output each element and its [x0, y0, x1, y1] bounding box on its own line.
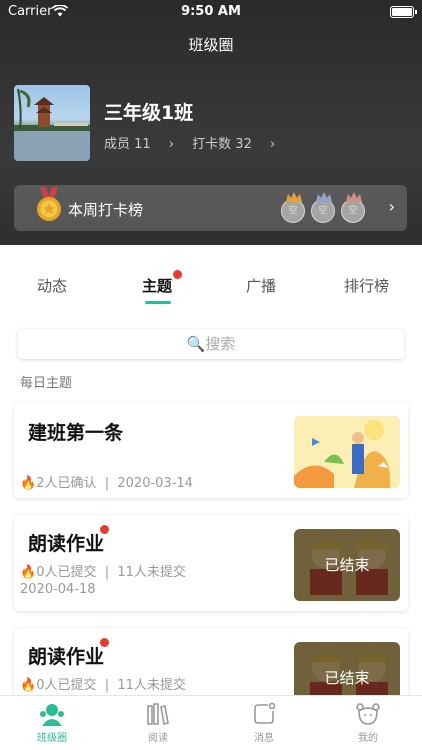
tab-topics[interactable]: 主题: [142, 275, 172, 296]
topic-meta: 🔥0人已提交 | 11人未提交: [20, 565, 186, 580]
topics-badge: [173, 270, 182, 279]
tab-bar: 动态 主题 广播 排行榜: [0, 245, 422, 315]
topic-title: 朗读作业: [28, 533, 105, 555]
class-avatar[interactable]: [14, 85, 90, 161]
weekly-checkin-rank[interactable]: 本周打卡榜 空 空 空 ›: [14, 185, 407, 231]
tabbar-profile[interactable]: 我的: [338, 702, 398, 744]
class-name: 三年级1班: [104, 102, 194, 124]
topic-unread-dot: [100, 638, 109, 647]
topic-date: 2020-04-18: [20, 582, 96, 597]
rank-avatar-1: 空: [281, 192, 305, 223]
bottom-tab-bar: 班级圈 阅读 消息 我的: [0, 695, 422, 750]
tabbar-messages[interactable]: 消息: [234, 702, 294, 744]
medal-icon: [34, 187, 64, 227]
bear-icon: [356, 703, 380, 725]
topic-unread-dot: [100, 525, 109, 534]
class-stats: 成员 11 › 打卡数 32 ›: [104, 133, 289, 152]
bronze-crown-icon: [346, 192, 362, 202]
topic-image: [294, 416, 400, 488]
clock: 9:50 AM: [181, 4, 241, 19]
class-circle-icon: [40, 704, 64, 726]
topic-image: 已结束: [294, 529, 400, 601]
tabbar-reading[interactable]: 阅读: [128, 702, 188, 744]
topic-title: 建班第一条: [28, 422, 124, 444]
status-bar: Carrier 9:50 AM: [0, 0, 422, 24]
fire-icon: 🔥: [20, 565, 37, 580]
tabbar-class-circle[interactable]: 班级圈: [22, 702, 82, 744]
tab-broadcast[interactable]: 广播: [246, 275, 276, 296]
members-link[interactable]: 成员 11 ›: [104, 137, 174, 152]
topic-card[interactable]: 建班第一条 🔥2人已确认 | 2020-03-14: [14, 402, 408, 498]
class-header: Carrier 9:50 AM 班级圈 三年级1班 成员 11 › 打卡数 32…: [0, 0, 422, 245]
chevron-right-icon: ›: [388, 197, 395, 216]
section-label: 每日主题: [20, 376, 73, 391]
silver-crown-icon: [316, 192, 332, 202]
rank-avatar-2: 空: [311, 192, 335, 223]
fire-icon: 🔥: [20, 678, 37, 693]
fire-icon: 🔥: [20, 476, 37, 491]
search-icon: 🔍: [186, 335, 206, 353]
books-icon: [147, 703, 169, 725]
checkin-rank-label: 本周打卡榜: [68, 201, 144, 219]
tab-dynamics[interactable]: 动态: [37, 275, 67, 296]
battery-icon: [390, 6, 417, 18]
rank-avatars: 空 空 空: [281, 191, 371, 225]
tab-ranking[interactable]: 排行榜: [344, 275, 389, 296]
topic-title: 朗读作业: [28, 646, 105, 668]
topic-meta: 🔥2人已确认 | 2020-03-14: [20, 476, 193, 491]
page-title: 班级圈: [188, 36, 234, 54]
ended-overlay: 已结束: [294, 529, 400, 601]
rank-avatar-3: 空: [341, 192, 365, 223]
gold-crown-icon: [286, 192, 302, 202]
topic-meta: 🔥0人已提交 | 11人未提交: [20, 678, 186, 693]
active-tab-indicator: [145, 301, 171, 304]
main-content: 动态 主题 广播 排行榜 🔍搜索 每日主题 建班第一条 🔥2人已确认 | 202…: [0, 245, 422, 708]
topic-card[interactable]: 朗读作业 🔥0人已提交 | 11人未提交 2020-04-18 已结束: [14, 515, 408, 611]
message-icon: [254, 702, 276, 724]
checkins-link[interactable]: 打卡数 32 ›: [192, 137, 275, 152]
search-input[interactable]: 🔍搜索: [18, 329, 404, 359]
